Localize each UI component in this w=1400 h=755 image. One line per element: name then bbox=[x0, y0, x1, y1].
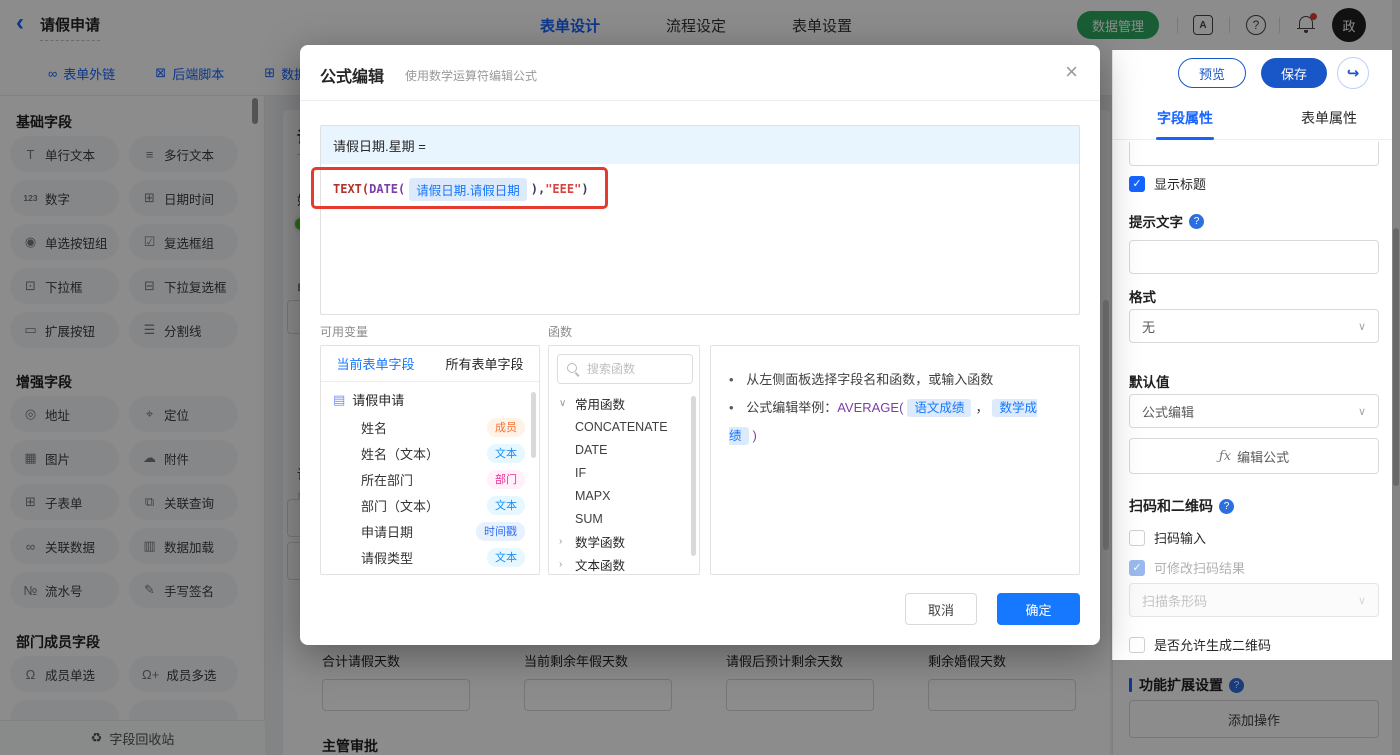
panel-tabs: 字段属性 表单属性 bbox=[1113, 96, 1400, 140]
field-type-badge: 文本 bbox=[487, 443, 525, 463]
scan-input-row: 扫码输入 bbox=[1129, 528, 1206, 547]
tip-line-2: • 公式编辑举例：AVERAGE(语文成绩，数学成绩) bbox=[729, 399, 1037, 445]
variables-scrollbar[interactable] bbox=[531, 392, 536, 458]
modal-mask bbox=[1112, 660, 1400, 755]
annotation-highlight-box bbox=[311, 167, 608, 209]
variable-field[interactable]: 姓名（文本） 文本 bbox=[321, 440, 539, 466]
default-value-label: 默认值 bbox=[1129, 375, 1170, 390]
app: ‹ 请假申请 表单设计 流程设定 表单设置 数据管理 A ? 政 ∞ 表单外链 ⊠ bbox=[0, 0, 1400, 755]
function-item[interactable]: › 文本函数 bbox=[549, 553, 699, 574]
format-label: 格式 bbox=[1129, 290, 1156, 305]
variable-field[interactable]: 部门（文本） 文本 bbox=[321, 492, 539, 518]
barcode-select[interactable]: 扫描条形码 ∨ bbox=[1129, 583, 1379, 617]
variables-label: 可用变量 bbox=[320, 325, 369, 339]
field-type-badge: 时间戳 bbox=[476, 521, 525, 541]
allow-qr-checkbox[interactable] bbox=[1129, 636, 1145, 653]
check-icon: ✓ bbox=[1132, 178, 1142, 190]
dialog-title: 公式编辑 bbox=[320, 69, 385, 86]
tab-current-form-fields[interactable]: 当前表单字段 bbox=[321, 346, 430, 381]
help-icon[interactable]: ? bbox=[1219, 498, 1234, 514]
modal-mask bbox=[1392, 50, 1400, 660]
formula-target: 请假日期.星期 = bbox=[321, 126, 1079, 164]
tree-arrow-icon: › bbox=[559, 536, 563, 547]
default-value-select[interactable]: 公式编辑 ∨ bbox=[1129, 394, 1379, 428]
check-icon: ✓ bbox=[1132, 562, 1142, 574]
field-type-badge: 成员 bbox=[487, 417, 525, 437]
functions-scrollbar[interactable] bbox=[691, 396, 696, 556]
show-title-row: ✓ 显示标题 bbox=[1129, 174, 1206, 193]
tip-line-1: • 从左侧面板选择字段名和函数，或输入函数 bbox=[729, 372, 994, 387]
tab-form-properties[interactable]: 表单属性 bbox=[1257, 96, 1400, 139]
save-button[interactable]: 保存 bbox=[1261, 58, 1327, 88]
functions-panel: ∨ 常用函数 CONCATENATE DATE IF MAPX bbox=[548, 345, 700, 575]
field-type-badge: 文本 bbox=[487, 547, 525, 567]
function-item[interactable]: CONCATENATE bbox=[549, 415, 699, 438]
variable-field[interactable]: 申请日期 时间戳 bbox=[321, 518, 539, 544]
format-select[interactable]: 无 ∨ bbox=[1129, 309, 1379, 343]
function-item[interactable]: › 数学函数 bbox=[549, 530, 699, 553]
variable-field[interactable]: 所在部门 部门 bbox=[321, 466, 539, 492]
close-icon[interactable]: × bbox=[1065, 59, 1078, 85]
function-item[interactable]: SUM bbox=[549, 507, 699, 530]
field-type-badge: 部门 bbox=[487, 469, 525, 489]
scan-input-checkbox[interactable] bbox=[1129, 529, 1145, 546]
document-icon: ▤ bbox=[333, 391, 346, 407]
tab-all-form-fields[interactable]: 所有表单字段 bbox=[430, 346, 539, 381]
preview-button[interactable]: 预览 bbox=[1178, 58, 1246, 88]
share-icon: ↪ bbox=[1346, 65, 1360, 82]
search-icon bbox=[567, 362, 580, 376]
field-type-badge: 文本 bbox=[487, 495, 525, 515]
formula-editor: 请假日期.星期 = TEXT(DATE(请假日期.请假日期), "EEE") bbox=[320, 125, 1080, 315]
confirm-button[interactable]: 确定 bbox=[997, 593, 1080, 625]
allow-qr-row: 是否允许生成二维码 bbox=[1129, 635, 1271, 654]
function-item[interactable]: ∨ 常用函数 bbox=[549, 392, 699, 415]
show-title-checkbox[interactable]: ✓ bbox=[1129, 175, 1145, 192]
edit-formula-button[interactable]: ƒx 编辑公式 bbox=[1129, 438, 1379, 474]
variables-tree-root[interactable]: ▤ 请假申请 bbox=[333, 390, 404, 409]
tree-arrow-icon: › bbox=[559, 559, 563, 570]
scan-editable-checkbox[interactable]: ✓ bbox=[1129, 559, 1145, 576]
variables-panel: 当前表单字段 所有表单字段 ▤ 请假申请 姓名 成员 姓名（文本） 文本 所在部… bbox=[320, 345, 540, 575]
function-search-input[interactable] bbox=[587, 362, 682, 376]
hint-input[interactable] bbox=[1129, 240, 1379, 274]
tab-field-properties[interactable]: 字段属性 bbox=[1113, 96, 1257, 139]
scan-editable-row: ✓ 可修改扫码结果 bbox=[1129, 558, 1245, 577]
variable-field[interactable]: 姓名 成员 bbox=[321, 414, 539, 440]
functions-label: 函数 bbox=[548, 325, 573, 339]
function-search bbox=[557, 354, 693, 384]
function-item[interactable]: IF bbox=[549, 461, 699, 484]
dialog-subtitle: 使用数学运算符编辑公式 bbox=[405, 69, 538, 83]
fx-icon: ƒx bbox=[1218, 448, 1232, 464]
tree-arrow-icon: ∨ bbox=[559, 398, 567, 409]
variables-tabs: 当前表单字段 所有表单字段 bbox=[321, 346, 539, 382]
function-item[interactable]: MAPX bbox=[549, 484, 699, 507]
help-icon[interactable]: ? bbox=[1189, 213, 1204, 229]
chevron-down-icon: ∨ bbox=[1357, 320, 1366, 333]
tips-panel: • 从左侧面板选择字段名和函数，或输入函数 • 公式编辑举例：AVERAGE(语… bbox=[710, 345, 1080, 575]
title-input-partial[interactable] bbox=[1129, 142, 1379, 166]
chevron-down-icon: ∨ bbox=[1357, 405, 1366, 418]
share-button[interactable]: ↪ bbox=[1337, 57, 1369, 89]
variable-field[interactable]: 请假类型 文本 bbox=[321, 544, 539, 570]
cancel-button[interactable]: 取消 bbox=[905, 593, 977, 625]
modal-mask bbox=[0, 0, 1400, 50]
dialog-header: 公式编辑 使用数学运算符编辑公式 × bbox=[300, 45, 1100, 101]
function-item[interactable]: DATE bbox=[549, 438, 699, 461]
formula-editor-dialog: 公式编辑 使用数学运算符编辑公式 × 请假日期.星期 = TEXT(DATE(请… bbox=[300, 45, 1100, 645]
qr-section-title: 扫码和二维码 ? bbox=[1129, 496, 1234, 516]
hint-label: 提示文字 ? bbox=[1129, 211, 1204, 231]
properties-panel: 预览 保存 ↪ 字段属性 表单属性 ✓ 显示标题 提示文字 ? 格式 无 ∨ 默… bbox=[1112, 50, 1400, 755]
chevron-down-icon: ∨ bbox=[1357, 594, 1366, 607]
